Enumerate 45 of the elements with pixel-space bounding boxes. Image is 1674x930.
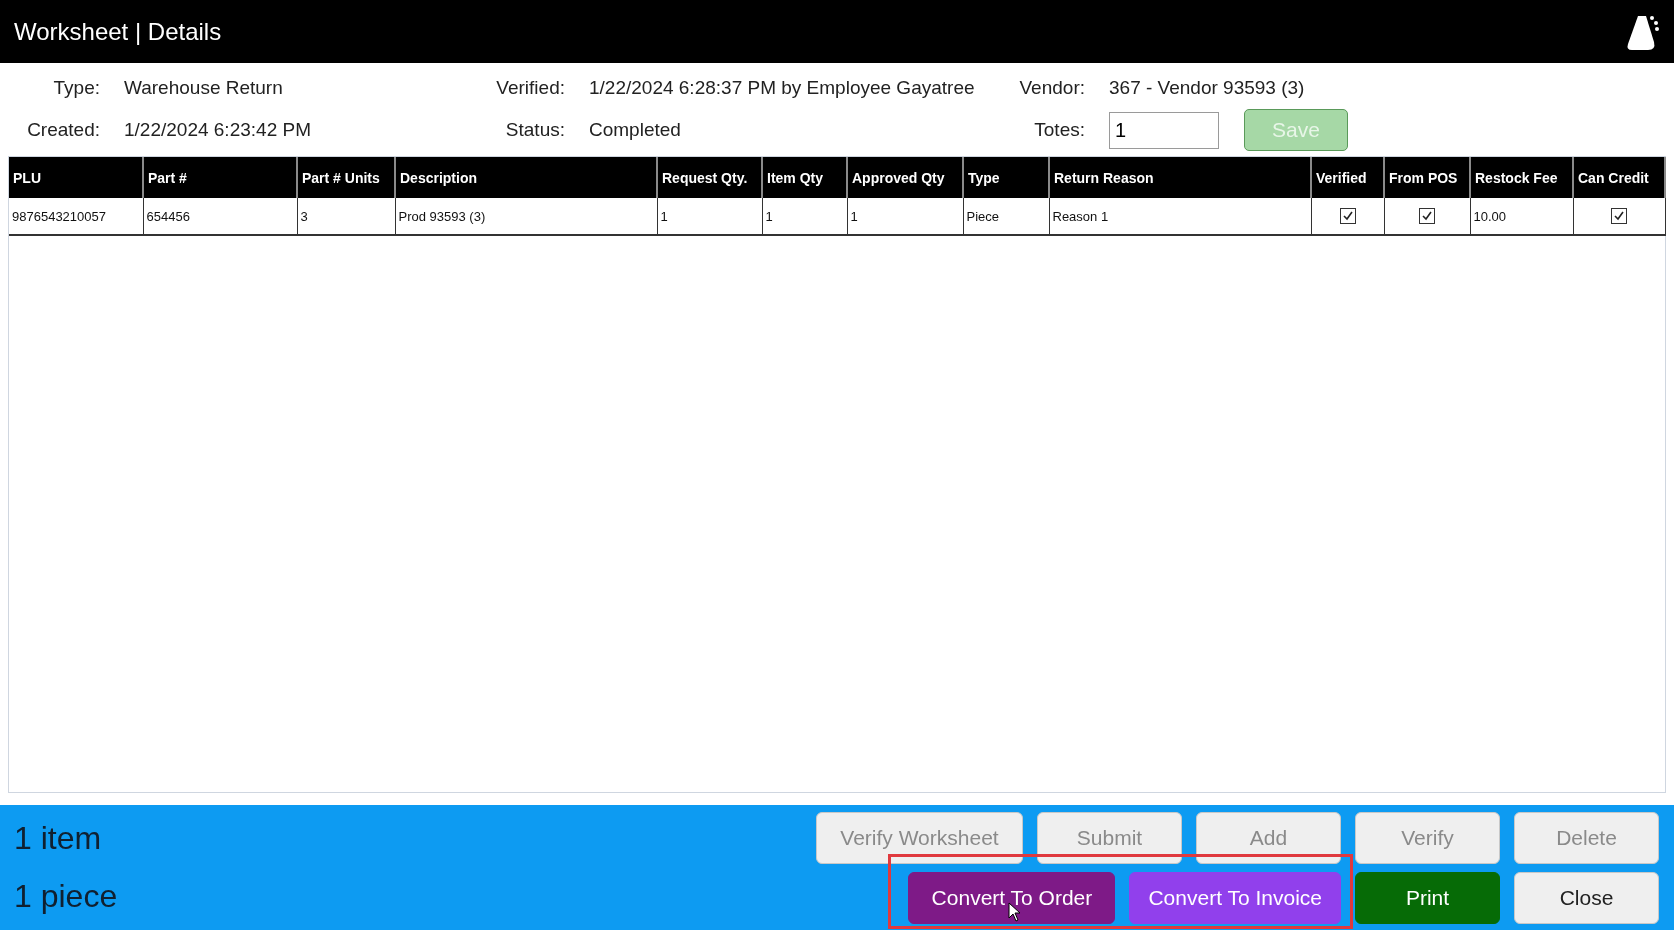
field-value: 1/22/2024 6:28:37 PM by Employee Gayatree <box>589 76 976 100</box>
field-label: Type: <box>53 76 100 100</box>
field-label: Vendor: <box>1019 76 1085 100</box>
column-header[interactable]: Part # <box>143 157 297 198</box>
checkbox[interactable] <box>1611 208 1627 225</box>
field-label: Totes: <box>1034 118 1085 142</box>
window-title: Worksheet | Details <box>14 17 222 46</box>
field-label: Status: <box>505 118 565 142</box>
column-header[interactable]: Type <box>963 157 1049 198</box>
table-cell: 1 <box>657 198 762 235</box>
column-header[interactable]: Description <box>395 157 657 198</box>
column-header[interactable]: Part # Units <box>297 157 395 198</box>
field-value: 367 - Vendor 93593 (3) <box>1109 76 1306 100</box>
table-cell: 1 <box>762 198 847 235</box>
table-cell: Piece <box>963 198 1049 235</box>
field-value: Completed <box>589 118 682 142</box>
table-cell: 654456 <box>143 198 297 235</box>
column-header[interactable]: Return Reason <box>1049 157 1311 198</box>
column-header[interactable]: From POS <box>1384 157 1470 198</box>
table-cell: 1 <box>847 198 963 235</box>
table-cell: 10.00 <box>1470 198 1573 235</box>
column-header[interactable]: Item Qty <box>762 157 847 198</box>
action-button[interactable]: Close <box>1514 871 1659 924</box>
column-header[interactable]: PLU <box>9 157 143 198</box>
totes-input[interactable]: 1 <box>1109 111 1219 149</box>
table-cell: Prod 93593 (3) <box>395 198 657 235</box>
action-button[interactable]: Convert To Invoice <box>1129 871 1341 924</box>
column-header[interactable]: Can Credit <box>1573 157 1665 198</box>
field-label: Verified: <box>496 76 565 100</box>
piece-count: 1 piece <box>14 878 118 916</box>
checkbox[interactable] <box>1419 208 1435 225</box>
table-cell: Reason 1 <box>1049 198 1311 235</box>
field-label: Created: <box>27 118 100 142</box>
column-header[interactable]: Request Qty. <box>657 157 762 198</box>
field-value: 1/22/2024 6:23:42 PM <box>124 118 312 142</box>
table-cell: 3 <box>297 198 395 235</box>
item-count: 1 item <box>14 819 103 857</box>
action-button[interactable]: Print <box>1355 871 1500 924</box>
column-header[interactable]: Verified <box>1311 157 1384 198</box>
action-button[interactable]: Convert To Order <box>908 871 1116 924</box>
field-value: Warehouse Return <box>124 76 284 100</box>
checkbox[interactable] <box>1339 208 1356 225</box>
column-header[interactable]: Approved Qty <box>847 157 963 198</box>
table-cell: 9876543210057 <box>9 198 143 235</box>
column-header[interactable]: Restock Fee <box>1470 157 1573 198</box>
